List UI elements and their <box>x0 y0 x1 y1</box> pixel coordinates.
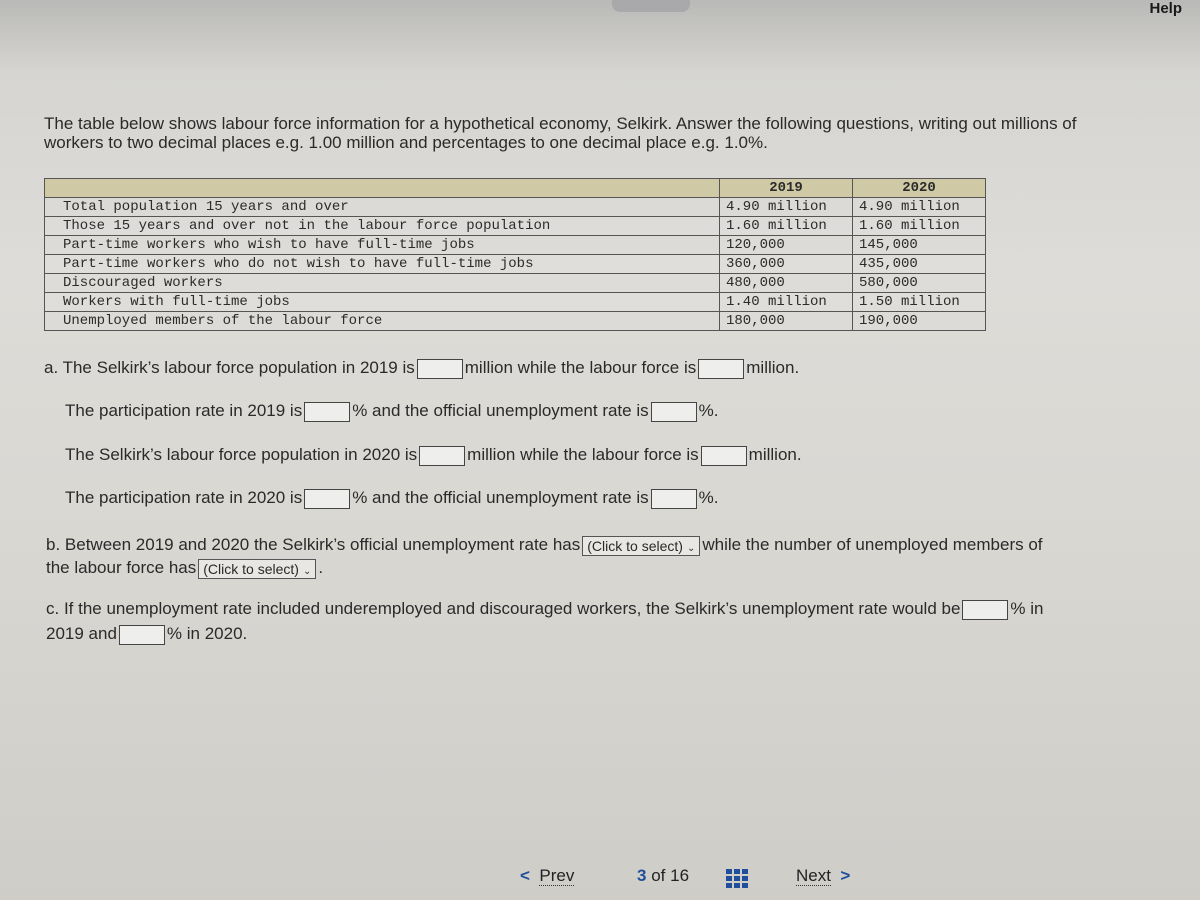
q-text: million while the labour force is <box>467 445 699 464</box>
q-text: 2019 and <box>46 624 117 643</box>
next-button[interactable]: Next > <box>796 866 850 886</box>
q-text: % in <box>1010 599 1044 618</box>
chevron-right-icon: > <box>840 866 851 885</box>
question-c-line1: c. If the unemployment rate included und… <box>46 599 1044 620</box>
row-label: Part-time workers who do not wish to hav… <box>44 254 709 274</box>
lf-pop-2019-input[interactable] <box>416 358 463 379</box>
q-text: while the number of unemployed members o… <box>702 535 1043 554</box>
page-indicator: 3 of 16 <box>637 866 689 886</box>
q-text: million. <box>748 445 802 464</box>
q-text: million. <box>746 358 800 377</box>
value-2020: 145,000 <box>852 235 986 255</box>
row-label: Total population 15 years and over <box>44 197 709 217</box>
value-2020: 1.50 million <box>852 292 986 312</box>
q-text: b. Between 2019 and 2020 the Selkirk’s o… <box>46 535 581 554</box>
table-row: Part-time workers who wish to have full-… <box>44 235 986 255</box>
prev-label: Prev <box>539 866 575 886</box>
q-text: %. <box>698 401 719 420</box>
value-2020: 1.60 million <box>852 216 986 236</box>
participation-2019-input[interactable] <box>304 401 351 422</box>
row-label: Workers with full-time jobs <box>44 292 709 312</box>
q-text: The participation rate in 2019 is <box>65 401 303 420</box>
row-gap <box>709 311 720 331</box>
value-2019: 4.90 million <box>719 197 853 217</box>
value-2019: 120,000 <box>719 235 853 255</box>
table-row: Discouraged workers 480,000 580,000 <box>44 273 986 293</box>
row-gap <box>709 254 720 274</box>
question-grid-button[interactable] <box>726 868 748 889</box>
question-b-line2: the labour force has (Click to select) ⌄. <box>46 558 323 579</box>
chevron-down-icon: ⌄ <box>302 565 312 577</box>
labour-force-table: 2019 2020 Total population 15 years and … <box>44 178 986 331</box>
table-row: Part-time workers who do not wish to hav… <box>44 254 986 274</box>
table-row: Those 15 years and over not in the labou… <box>44 216 986 236</box>
row-label: Part-time workers who wish to have full-… <box>44 235 709 255</box>
row-gap <box>709 235 720 255</box>
lf-2020-input[interactable] <box>700 445 747 466</box>
row-label: Those 15 years and over not in the labou… <box>44 216 709 236</box>
select-label: (Click to select) <box>203 560 299 577</box>
q-text: The participation rate in 2020 is <box>65 488 303 507</box>
q-text: % and the official unemployment rate is <box>352 488 649 507</box>
question-a-line4: The participation rate in 2020 is % and t… <box>65 488 718 509</box>
q-text: a. The Selkirk’s labour force population… <box>44 358 415 377</box>
value-2019: 480,000 <box>719 273 853 293</box>
question-a-line3: The Selkirk’s labour force population in… <box>65 445 802 466</box>
row-gap <box>709 292 720 312</box>
row-label: Unemployed members of the labour force <box>44 311 709 331</box>
row-gap <box>709 273 720 293</box>
unemployment-rate-change-select[interactable]: (Click to select) ⌄ <box>582 535 701 556</box>
question-a-line2: The participation rate in 2019 is % and t… <box>65 401 718 422</box>
q-text: the labour force has <box>46 558 197 577</box>
q-text: %. <box>698 488 719 507</box>
page-current: 3 <box>637 866 647 885</box>
header-blank <box>44 178 720 198</box>
q-text: million while the labour force is <box>464 358 697 377</box>
value-2020: 580,000 <box>852 273 986 293</box>
unemployment-2019-input[interactable] <box>650 401 697 422</box>
value-2019: 360,000 <box>719 254 853 274</box>
prev-button[interactable]: < Prev <box>520 866 575 886</box>
table-header-row: 2019 2020 <box>44 178 986 198</box>
instructions: The table below shows labour force infor… <box>44 114 1077 152</box>
help-link[interactable]: Help <box>1149 0 1182 17</box>
question-b-line1: b. Between 2019 and 2020 the Selkirk’s o… <box>46 535 1043 556</box>
unemployed-count-change-select[interactable]: (Click to select) ⌄ <box>198 558 317 579</box>
broad-unemployment-2020-input[interactable] <box>118 624 165 645</box>
chevron-down-icon: ⌄ <box>686 542 696 554</box>
value-2019: 180,000 <box>719 311 853 331</box>
value-2020: 190,000 <box>852 311 986 331</box>
header-2019: 2019 <box>719 178 853 198</box>
q-text: The Selkirk’s labour force population in… <box>65 445 418 464</box>
table-row: Workers with full-time jobs 1.40 million 1… <box>44 292 986 312</box>
question-c-line2: 2019 and % in 2020. <box>46 624 247 645</box>
table-row: Total population 15 years and over 4.90 m… <box>44 197 986 217</box>
next-label: Next <box>796 866 831 886</box>
camera-notch <box>612 0 690 12</box>
row-gap <box>709 197 720 217</box>
value-2019: 1.60 million <box>719 216 853 236</box>
lf-2019-input[interactable] <box>698 358 745 379</box>
question-a-line1: a. The Selkirk’s labour force population… <box>44 358 799 379</box>
row-label: Discouraged workers <box>44 273 709 293</box>
q-text: c. If the unemployment rate included und… <box>46 599 961 618</box>
q-text: . <box>318 558 324 577</box>
page-sep: of <box>651 866 666 885</box>
value-2020: 435,000 <box>852 254 986 274</box>
value-2019: 1.40 million <box>719 292 853 312</box>
page-total: 16 <box>670 866 690 885</box>
chevron-left-icon: < <box>520 866 530 885</box>
row-gap <box>709 216 720 236</box>
participation-2020-input[interactable] <box>304 488 351 509</box>
header-2020: 2020 <box>852 178 986 198</box>
select-label: (Click to select) <box>587 537 683 554</box>
q-text: % in 2020. <box>166 624 248 643</box>
unemployment-2020-input[interactable] <box>650 488 697 509</box>
table-row: Unemployed members of the labour force 18… <box>44 311 986 331</box>
lf-pop-2020-input[interactable] <box>419 445 466 466</box>
broad-unemployment-2019-input[interactable] <box>962 599 1009 620</box>
value-2020: 4.90 million <box>852 197 986 217</box>
q-text: % and the official unemployment rate is <box>352 401 649 420</box>
grid-icon <box>726 869 748 889</box>
